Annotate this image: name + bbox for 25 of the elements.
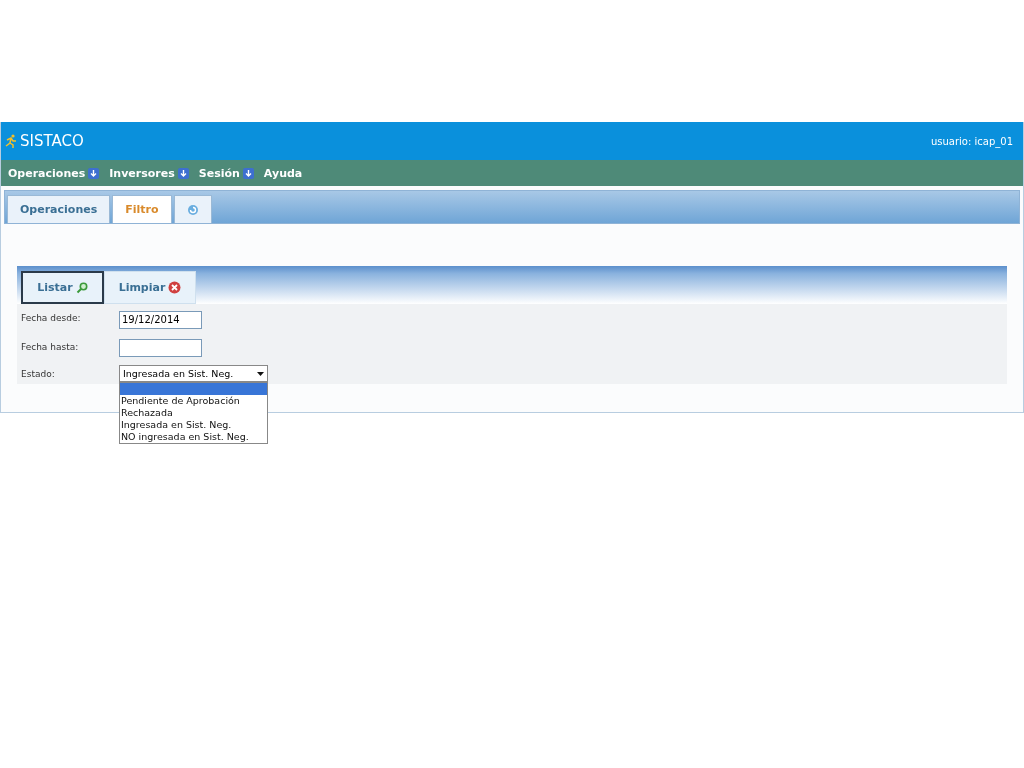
refresh-icon	[186, 203, 199, 216]
runner-icon	[5, 134, 17, 148]
down-arrow-icon	[177, 167, 189, 179]
menu-item[interactable]: Sesión	[198, 166, 254, 180]
date-field[interactable]	[119, 339, 202, 357]
menu-item[interactable]: Operaciones	[8, 166, 100, 180]
down-arrow-icon	[242, 167, 254, 179]
date-field[interactable]: 19/12/2014	[119, 310, 202, 329]
tab[interactable]: Filtro	[112, 195, 172, 223]
caret-icon	[257, 371, 264, 376]
menu-item[interactable]: Ayuda	[263, 166, 303, 180]
action-button[interactable]: Limpiar	[104, 271, 196, 304]
down-arrow-icon	[88, 167, 100, 179]
search-icon	[75, 281, 88, 294]
status-select[interactable]: Ingresada en Sist. Neg.	[119, 365, 268, 382]
close-icon	[168, 281, 182, 294]
field-label: Estado:	[21, 368, 56, 379]
field-label: Fecha desde:	[21, 313, 82, 324]
app-name: SISTACO	[20, 132, 84, 150]
action-button[interactable]: Listar	[21, 271, 104, 304]
tab[interactable]: Operaciones	[7, 195, 111, 223]
field-label: Fecha hasta:	[21, 341, 80, 352]
refresh-tab[interactable]	[173, 195, 212, 223]
menu-item[interactable]: Inversores	[109, 166, 189, 180]
user-label: usuario: icap_01	[930, 135, 1013, 147]
